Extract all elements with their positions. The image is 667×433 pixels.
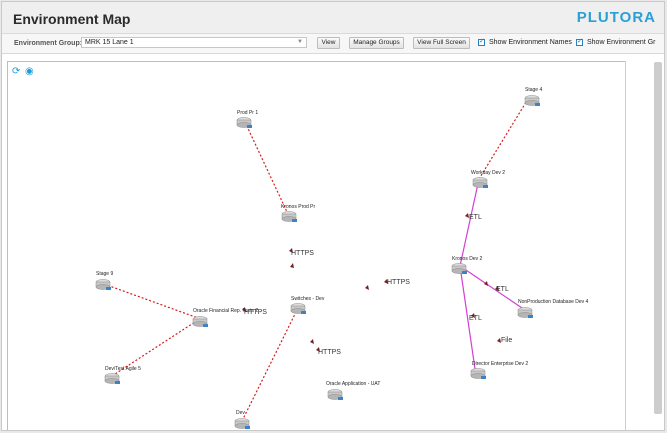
show-environment-groups-label: Show Environment Gr [587,39,656,46]
view-full-screen-button[interactable]: View Full Screen [413,37,470,49]
server-icon [290,303,307,315]
arrow-marker [290,263,294,268]
page-title: Environment Map [13,11,131,27]
arrow-marker [365,285,369,290]
environment-node-kronosprod[interactable]: Kronos Prod Pr [281,204,316,223]
edge-label-etl: ETL [496,286,509,293]
server-icon [470,368,487,380]
environment-group-select[interactable]: MRK 15 Lane 1 ▼ [81,37,307,48]
svg-text:Kronos Prod Pr: Kronos Prod Pr [281,204,316,210]
svg-text:Dev: Dev [236,410,245,416]
server-icon [104,373,121,385]
svg-text:Stage 4: Stage 4 [525,87,542,93]
svg-text:Workday Dev 2: Workday Dev 2 [471,170,505,176]
environment-node-nonprod[interactable]: NonProduction Database Dev 4 [517,299,589,319]
environment-group-value: MRK 15 Lane 1 [85,39,134,46]
integration-links [459,178,526,370]
server-icon [192,316,209,328]
arrow-marker [484,281,488,286]
server-icon [95,279,112,291]
environment-map-graph[interactable]: HTTPS HTTPS HTTPS HTTPS ETL ETL ETL File… [8,62,627,431]
show-environment-names-checkbox[interactable] [478,37,485,46]
eye-icon[interactable]: ◉ [25,66,34,77]
link-prodpr1-kronosprod [244,121,288,213]
environment-map-panel: Environment Map PLUTORA Environment Grou… [1,1,665,431]
environment-node-switches[interactable]: Switches - Dev [290,296,325,315]
vertical-scrollbar[interactable] [654,62,662,414]
environment-group-label: Environment Group: [14,40,83,47]
toolbar: Environment Group: MRK 15 Lane 1 ▼ View … [2,34,664,54]
server-icon [472,177,489,189]
brand-logo: PLUTORA [576,9,656,26]
svg-text:Stage 9: Stage 9 [96,271,113,277]
edge-labels: HTTPS HTTPS HTTPS HTTPS ETL ETL ETL File [244,214,512,356]
chevron-down-icon: ▼ [297,39,303,45]
link-stage4-workday [478,98,529,180]
vertical-scroll-area [625,61,664,430]
svg-text:Prod Pr 1: Prod Pr 1 [237,110,258,116]
environment-node-workday[interactable]: Workday Dev 2 [471,170,505,189]
environment-node-prodpr1[interactable]: Prod Pr 1 [236,110,258,129]
edge-label-etl: ETL [469,214,482,221]
show-environment-groups-checkbox[interactable] [576,37,583,46]
server-icon [236,117,253,129]
edge-label-https: HTTPS [318,349,341,356]
link-stage9-oracle [103,283,199,319]
map-canvas[interactable]: HTTPS HTTPS HTTPS HTTPS ETL ETL ETL File… [7,61,627,431]
server-icon [234,418,251,430]
svg-text:Director Enterprise Dev 2: Director Enterprise Dev 2 [472,361,528,367]
svg-text:Oracle Application - UAT: Oracle Application - UAT [326,381,380,387]
edge-label-file: File [501,337,512,344]
svg-text:Switches - Dev: Switches - Dev [291,296,325,302]
server-icon [517,307,534,319]
environment-node-dev[interactable]: Dev [234,410,251,430]
link-kronosdev-nonprod [459,265,526,311]
edge-label-etl: ETL [469,315,482,322]
edge-label-https: HTTPS [387,279,410,286]
arrow-marker [310,339,314,344]
svg-text:NonProduction Database Dev 4: NonProduction Database Dev 4 [518,299,589,305]
rotate-icon[interactable]: ⟳ [12,66,20,77]
svg-text:Dev/Test Agile 5: Dev/Test Agile 5 [105,366,141,372]
environment-node-director[interactable]: Director Enterprise Dev 2 [470,361,528,380]
svg-text:Oracle Financial Rep. Tests 2: Oracle Financial Rep. Tests 2 [193,308,258,314]
view-button[interactable]: View [317,37,340,49]
server-icon [524,95,541,107]
link-workday-kronosdev [459,178,480,267]
page-header: Environment Map PLUTORA [2,2,664,34]
environment-node-oracle[interactable]: Oracle Financial Rep. Tests 2 [192,308,258,328]
environment-node-stage4[interactable]: Stage 4 [524,87,542,107]
manage-groups-button[interactable]: Manage Groups [349,37,404,49]
server-icon [451,263,468,275]
server-icon [281,211,298,223]
environment-node-stage9[interactable]: Stage 9 [95,271,113,291]
server-icon [327,389,344,401]
environment-node-devtest[interactable]: Dev/Test Agile 5 [104,366,141,385]
show-environment-names-label: Show Environment Names [489,39,572,46]
edge-label-https: HTTPS [291,250,314,257]
link-switches-dev [242,307,299,420]
environment-node-oracleapp[interactable]: Oracle Application - UAT [326,381,380,401]
svg-text:Kronos Dev 2: Kronos Dev 2 [452,256,483,262]
